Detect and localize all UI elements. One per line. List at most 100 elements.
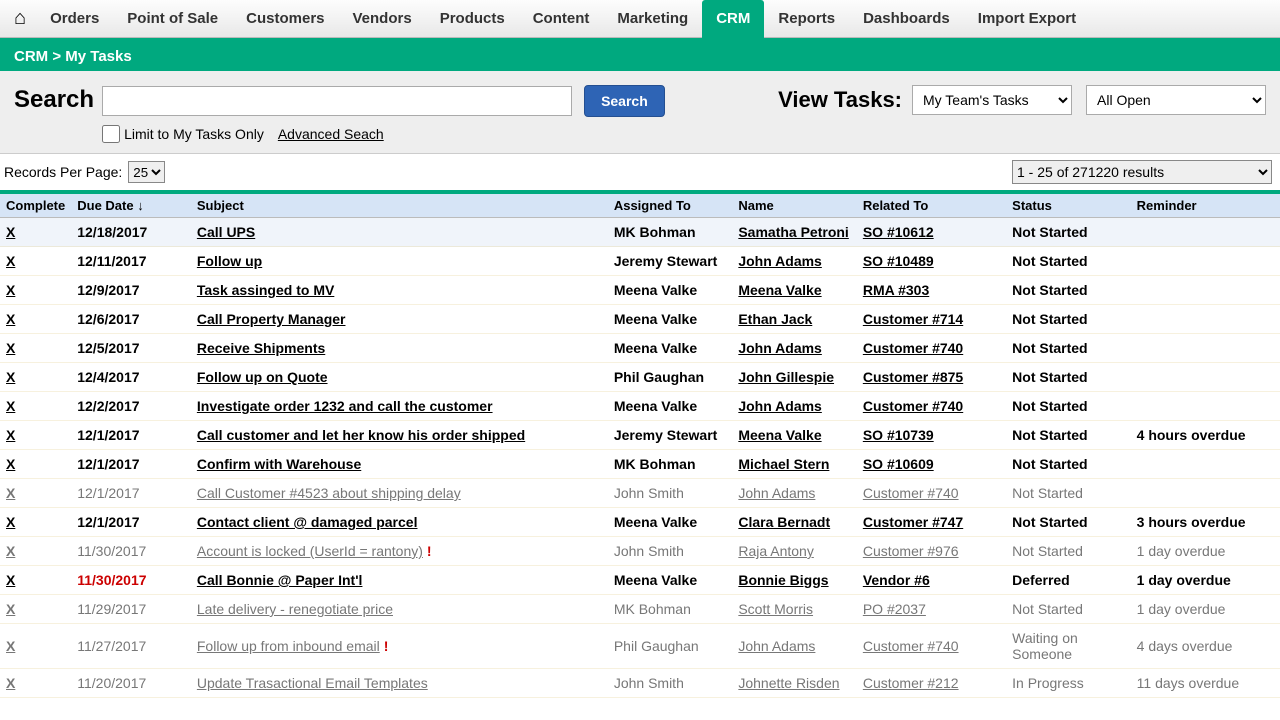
subject-link[interactable]: Task assinged to MV — [197, 282, 334, 298]
related-link[interactable]: SO #10612 — [863, 224, 934, 240]
nav-vendors[interactable]: Vendors — [339, 0, 426, 38]
name-link[interactable]: Ethan Jack — [738, 311, 812, 327]
th-subject[interactable]: Subject — [191, 194, 608, 218]
name-link[interactable]: Michael Stern — [738, 456, 829, 472]
search-button[interactable]: Search — [584, 85, 665, 117]
advanced-search-link[interactable]: Advanced Seach — [278, 126, 384, 142]
nav-dashboards[interactable]: Dashboards — [849, 0, 964, 38]
complete-action[interactable]: X — [6, 543, 15, 559]
nav-crm[interactable]: CRM — [702, 0, 764, 38]
th-status[interactable]: Status — [1006, 194, 1131, 218]
related-link[interactable]: Customer #740 — [863, 638, 959, 654]
related-link[interactable]: PO #2037 — [863, 601, 926, 617]
subject-link[interactable]: Call Customer #4523 about shipping delay — [197, 485, 461, 501]
complete-action[interactable]: X — [6, 398, 15, 414]
complete-action[interactable]: X — [6, 369, 15, 385]
subject-link[interactable]: Confirm with Warehouse — [197, 456, 361, 472]
subject-link[interactable]: Receive Shipments — [197, 340, 325, 356]
name-link[interactable]: John Adams — [738, 340, 822, 356]
nav-reports[interactable]: Reports — [764, 0, 849, 38]
complete-action[interactable]: X — [6, 456, 15, 472]
subject-link[interactable]: Follow up — [197, 253, 262, 269]
complete-action[interactable]: X — [6, 311, 15, 327]
related-link[interactable]: RMA #303 — [863, 282, 929, 298]
nav-products[interactable]: Products — [426, 0, 519, 38]
subject-link[interactable]: Follow up on Quote — [197, 369, 328, 385]
name-link[interactable]: Bonnie Biggs — [738, 572, 828, 588]
table-row: X11/29/2017Late delivery - renegotiate p… — [0, 595, 1280, 624]
limit-checkbox[interactable] — [102, 125, 120, 143]
complete-action[interactable]: X — [6, 224, 15, 240]
subject-link[interactable]: Account is locked (UserId = rantony) — [197, 543, 423, 559]
complete-action[interactable]: X — [6, 485, 15, 501]
complete-action[interactable]: X — [6, 253, 15, 269]
related-link[interactable]: Vendor #6 — [863, 572, 930, 588]
due-date: 12/4/2017 — [71, 363, 191, 392]
subject-link[interactable]: Call Bonnie @ Paper Int'l — [197, 572, 363, 588]
name-link[interactable]: Meena Valke — [738, 427, 821, 443]
subject-link[interactable]: Update Trasactional Email Templates — [197, 675, 428, 691]
view-open-select[interactable]: All Open — [1086, 85, 1266, 115]
per-page-select[interactable]: 25 — [128, 161, 165, 183]
search-input[interactable] — [102, 86, 572, 116]
nav-point-of-sale[interactable]: Point of Sale — [113, 0, 232, 38]
related-link[interactable]: Customer #740 — [863, 340, 963, 356]
th-reminder[interactable]: Reminder — [1131, 194, 1280, 218]
th-name[interactable]: Name — [732, 194, 856, 218]
top-nav: ⌂ OrdersPoint of SaleCustomersVendorsPro… — [0, 0, 1280, 38]
th-complete[interactable]: Complete — [0, 194, 71, 218]
name-link[interactable]: Samatha Petroni — [738, 224, 848, 240]
nav-marketing[interactable]: Marketing — [603, 0, 702, 38]
name-link[interactable]: John Adams — [738, 485, 815, 501]
subject-link[interactable]: Follow up from inbound email — [197, 638, 380, 654]
subject-link[interactable]: Late delivery - renegotiate price — [197, 601, 393, 617]
complete-action[interactable]: X — [6, 638, 15, 654]
name-link[interactable]: Clara Bernadt — [738, 514, 830, 530]
related-link[interactable]: Customer #212 — [863, 675, 959, 691]
complete-action[interactable]: X — [6, 340, 15, 356]
related-link[interactable]: Customer #875 — [863, 369, 963, 385]
subject-link[interactable]: Call customer and let her know his order… — [197, 427, 525, 443]
breadcrumb-section[interactable]: CRM — [14, 48, 48, 65]
name-link[interactable]: Meena Valke — [738, 282, 821, 298]
assigned-to: Jeremy Stewart — [608, 421, 733, 450]
name-link[interactable]: John Adams — [738, 638, 815, 654]
related-link[interactable]: Customer #976 — [863, 543, 959, 559]
view-team-select[interactable]: My Team's Tasks — [912, 85, 1072, 115]
reminder: 1 day overdue — [1131, 537, 1280, 566]
related-link[interactable]: Customer #740 — [863, 398, 963, 414]
home-icon[interactable]: ⌂ — [14, 7, 26, 30]
complete-action[interactable]: X — [6, 675, 15, 691]
name-link[interactable]: John Gillespie — [738, 369, 834, 385]
related-link[interactable]: SO #10739 — [863, 427, 934, 443]
subject-link[interactable]: Contact client @ damaged parcel — [197, 514, 418, 530]
assigned-to: Meena Valke — [608, 276, 733, 305]
related-link[interactable]: Customer #740 — [863, 485, 959, 501]
complete-action[interactable]: X — [6, 572, 15, 588]
status: Not Started — [1006, 479, 1131, 508]
th-assigned-to[interactable]: Assigned To — [608, 194, 733, 218]
nav-orders[interactable]: Orders — [36, 0, 113, 38]
subject-link[interactable]: Call Property Manager — [197, 311, 346, 327]
nav-customers[interactable]: Customers — [232, 0, 338, 38]
name-link[interactable]: John Adams — [738, 398, 822, 414]
name-link[interactable]: Raja Antony — [738, 543, 814, 559]
name-link[interactable]: Scott Morris — [738, 601, 813, 617]
related-link[interactable]: Customer #747 — [863, 514, 963, 530]
name-link[interactable]: John Adams — [738, 253, 822, 269]
name-link[interactable]: Johnette Risden — [738, 675, 839, 691]
subject-link[interactable]: Call UPS — [197, 224, 255, 240]
complete-action[interactable]: X — [6, 601, 15, 617]
nav-content[interactable]: Content — [519, 0, 604, 38]
complete-action[interactable]: X — [6, 282, 15, 298]
subject-link[interactable]: Investigate order 1232 and call the cust… — [197, 398, 493, 414]
nav-import-export[interactable]: Import Export — [964, 0, 1090, 38]
complete-action[interactable]: X — [6, 427, 15, 443]
related-link[interactable]: SO #10609 — [863, 456, 934, 472]
complete-action[interactable]: X — [6, 514, 15, 530]
th-related-to[interactable]: Related To — [857, 194, 1006, 218]
results-select[interactable]: 1 - 25 of 271220 results — [1012, 160, 1272, 184]
related-link[interactable]: SO #10489 — [863, 253, 934, 269]
th-due-date[interactable]: Due Date ↓ — [71, 194, 191, 218]
related-link[interactable]: Customer #714 — [863, 311, 963, 327]
